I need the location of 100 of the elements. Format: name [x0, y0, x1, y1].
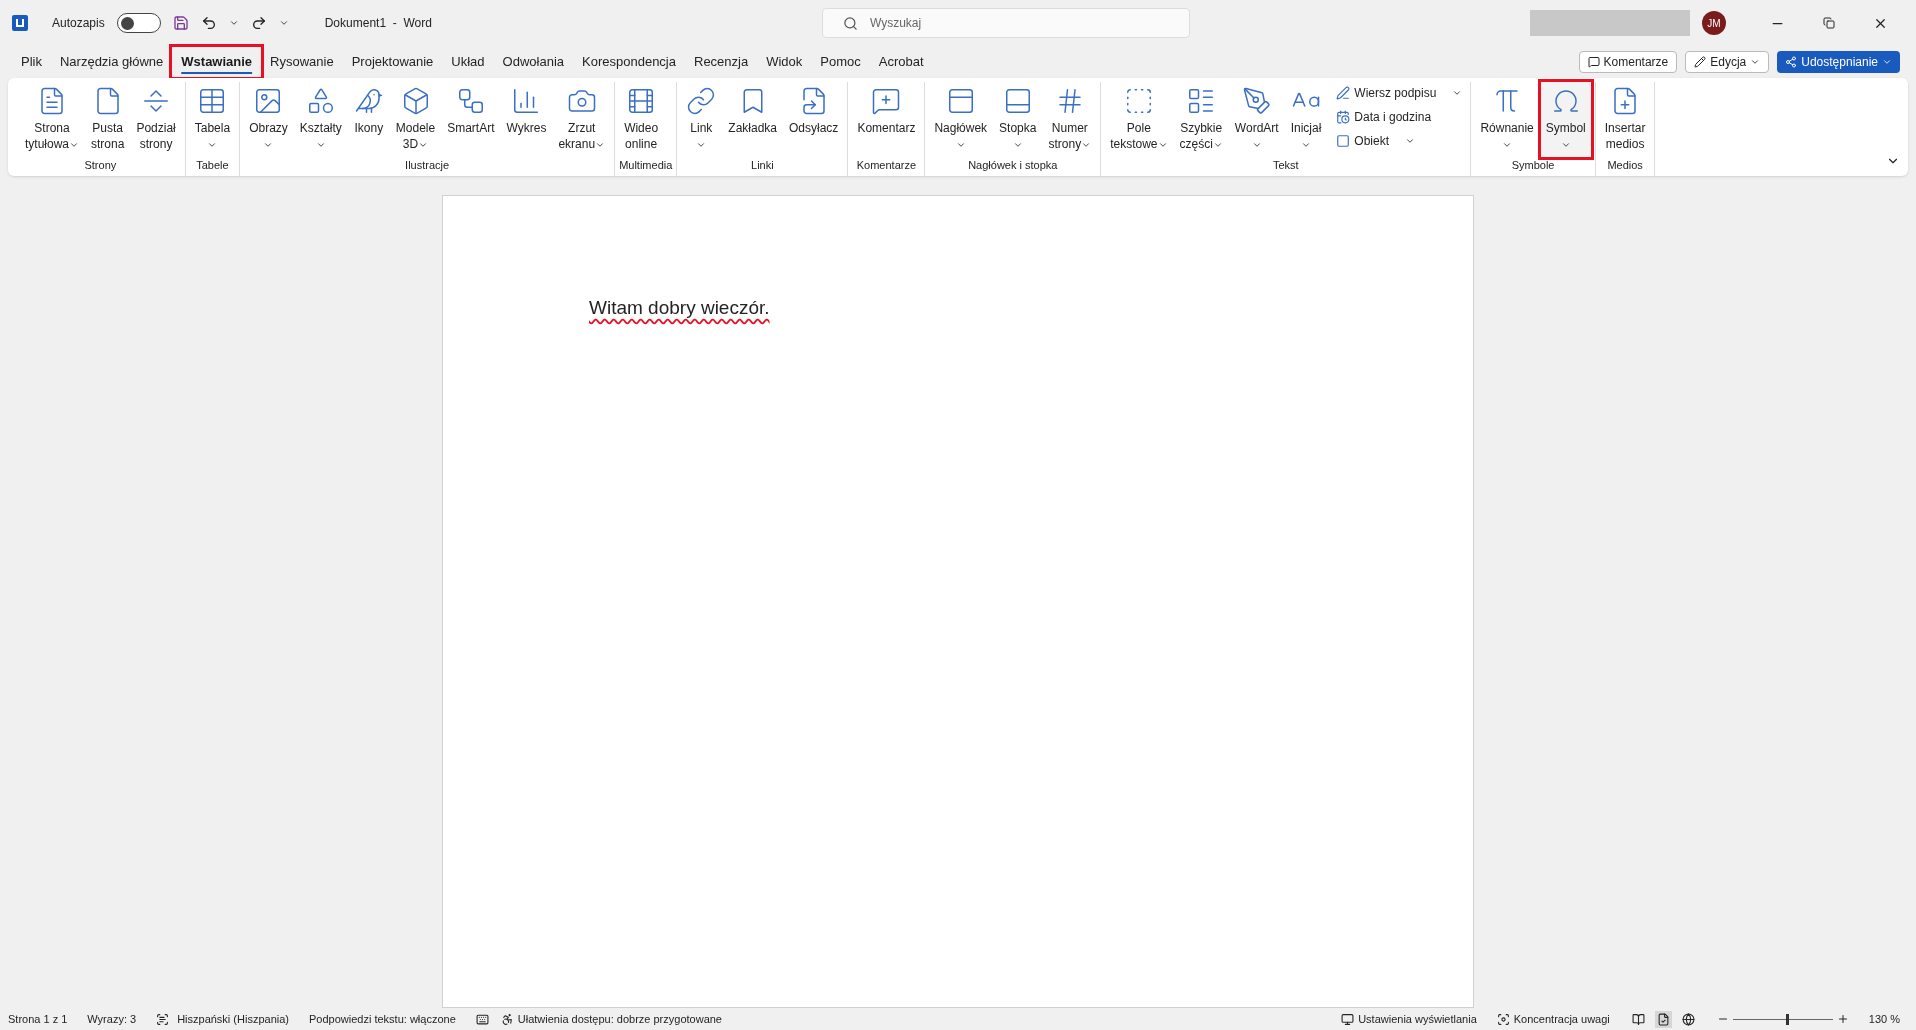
- ribbon-button[interactable]: Obrazy: [244, 82, 293, 157]
- group-label: Strony: [84, 157, 117, 173]
- caret-icon: [1452, 88, 1463, 98]
- ribbon-button[interactable]: Nagłówek: [929, 82, 993, 157]
- text-predictions-status[interactable]: Podpowiedzi tekstu: włączone: [309, 1010, 456, 1028]
- restore-icon[interactable]: [1823, 17, 1835, 29]
- ribbon-button[interactable]: Stopka: [994, 82, 1042, 157]
- group-label: Tabele: [196, 157, 229, 173]
- accessibility-icon: [500, 1012, 514, 1026]
- share-button[interactable]: Udostępnianie: [1777, 51, 1900, 73]
- ribbon-button[interactable]: Link: [681, 82, 722, 157]
- ribbon-tab[interactable]: Rysowanie: [261, 47, 343, 77]
- ribbon-tab[interactable]: Układ: [442, 47, 494, 77]
- group-label: Symbole: [1511, 157, 1555, 173]
- group-label: Ilustracje: [405, 157, 450, 173]
- search-icon: [842, 15, 858, 31]
- calendar-clock-icon: [1336, 110, 1351, 124]
- ribbon-tab[interactable]: Projektowanie: [342, 47, 443, 77]
- web-layout-icon[interactable]: [1679, 1010, 1697, 1028]
- group-label: Nagłówek i stopka: [968, 157, 1058, 173]
- autosave-toggle[interactable]: [116, 13, 161, 33]
- ribbon-button[interactable]: Odsyłacz: [784, 82, 844, 157]
- pen-tool-icon: [1241, 86, 1272, 116]
- ribbon-button[interactable]: Tabela: [189, 82, 236, 157]
- bird-icon: [353, 86, 384, 116]
- ribbon-tab[interactable]: Wstawianie: [172, 47, 262, 77]
- pencil-icon: [1694, 56, 1707, 68]
- ribbon-button[interactable]: Obiekt: [1332, 130, 1467, 152]
- editing-button[interactable]: Edycja: [1685, 51, 1770, 73]
- group-label: Linki: [751, 157, 774, 173]
- zoom-level[interactable]: 130 %: [1868, 1010, 1900, 1028]
- caret-icon: [1882, 57, 1892, 67]
- ribbon-button[interactable]: Komentarz: [852, 82, 921, 157]
- ribbon-tab[interactable]: Korespondencja: [573, 47, 685, 77]
- zoom-slider[interactable]: [1732, 1013, 1833, 1025]
- ribbon-button[interactable]: Ikony: [348, 82, 389, 157]
- save-icon[interactable]: [172, 15, 189, 31]
- signature-line-icon: [1336, 86, 1351, 100]
- ribbon-button[interactable]: Wideo online: [619, 82, 664, 157]
- share-icon: [1785, 56, 1798, 68]
- ribbon-button[interactable]: Strona tytułowa: [20, 82, 85, 157]
- group-label: Tekst: [1272, 157, 1299, 173]
- print-layout-icon[interactable]: [1654, 1010, 1672, 1028]
- ribbon-button[interactable]: Data i godzina: [1332, 106, 1467, 128]
- ribbon-tab[interactable]: Plik: [12, 47, 51, 77]
- ribbon-tab[interactable]: Odwołania: [493, 47, 574, 77]
- comment-plus-icon: [871, 86, 902, 116]
- autosave-label: Autozapis: [52, 15, 105, 32]
- language-status[interactable]: Hiszpański (Hiszpania): [177, 1010, 289, 1028]
- ribbon-button[interactable]: Podział strony: [131, 82, 181, 157]
- group-label: Medios: [1607, 157, 1643, 173]
- comments-button[interactable]: Komentarze: [1578, 51, 1678, 73]
- ribbon-tab[interactable]: Recenzja: [685, 47, 758, 77]
- search-field[interactable]: Wyszukaj: [821, 8, 1190, 38]
- caret-icon: [1405, 136, 1416, 146]
- caret-icon[interactable]: [228, 18, 239, 28]
- proofing-icon[interactable]: [156, 1012, 170, 1026]
- ribbon-tab[interactable]: Acrobat: [869, 47, 933, 77]
- group-label: Komentarze: [856, 157, 917, 173]
- ribbon-button[interactable]: WordArt: [1229, 82, 1284, 157]
- focus-button[interactable]: Koncentracja uwagi: [1496, 1010, 1610, 1028]
- link-icon: [686, 86, 717, 116]
- focus-icon: [1496, 1012, 1510, 1026]
- caret-icon: [1750, 57, 1761, 67]
- search-input[interactable]: Wyszukaj: [869, 14, 1169, 32]
- ribbon-tab[interactable]: Widok: [757, 47, 812, 77]
- redo-icon[interactable]: [250, 15, 267, 31]
- group-label: Multimedia: [619, 157, 673, 173]
- ribbon-button[interactable]: Zrzut ekranu: [553, 82, 611, 157]
- page-count[interactable]: Strona 1 z 1: [8, 1010, 68, 1028]
- customize-icon[interactable]: [278, 18, 289, 28]
- ribbon-button[interactable]: Wiersz podpisu: [1332, 82, 1467, 104]
- document-text[interactable]: Witam dobry wieczór.: [589, 297, 770, 318]
- ribbon-button[interactable]: Szybkie części: [1174, 82, 1228, 157]
- ribbon-button[interactable]: SmartArt: [442, 82, 500, 157]
- ribbon-button[interactable]: Pole tekstowe: [1105, 82, 1173, 157]
- keyboard-icon[interactable]: [475, 1012, 489, 1026]
- zoom-thumb[interactable]: [1785, 1013, 1789, 1025]
- display-settings-button[interactable]: Ustawienia wyświetlania: [1341, 1010, 1477, 1028]
- monitor-icon: [1341, 1012, 1355, 1026]
- user-avatar[interactable]: JM: [1702, 11, 1726, 35]
- ribbon-button[interactable]: Zakładka: [723, 82, 782, 157]
- ribbon-button[interactable]: Równanie: [1475, 82, 1539, 157]
- accessibility-status[interactable]: Ułatwienia dostępu: dobrze przygotowane: [500, 1010, 722, 1028]
- ribbon-button[interactable]: Inicjał: [1285, 82, 1327, 157]
- ribbon-tab[interactable]: Pomoc: [811, 47, 870, 77]
- comment-icon: [1587, 56, 1600, 68]
- window-title: Dokument1 - Word: [324, 15, 432, 32]
- undo-icon[interactable]: [200, 15, 217, 31]
- ribbon-tab[interactable]: Narzędzia główne: [50, 47, 173, 77]
- ribbon-button[interactable]: Modele 3D: [390, 82, 441, 157]
- ribbon-button[interactable]: Wykres: [501, 82, 552, 157]
- ribbon-button[interactable]: Kształty: [294, 82, 347, 157]
- ribbon-button[interactable]: Pusta strona: [86, 82, 130, 157]
- word-count[interactable]: Wyrazy: 3: [87, 1010, 137, 1028]
- zoom-in-icon[interactable]: [1836, 1013, 1849, 1025]
- ribbon-button[interactable]: Symbol: [1540, 82, 1591, 157]
- ribbon-button[interactable]: Numer strony: [1043, 82, 1097, 157]
- ribbon-button[interactable]: Insertar medios: [1599, 82, 1651, 157]
- object-icon: [1336, 134, 1351, 148]
